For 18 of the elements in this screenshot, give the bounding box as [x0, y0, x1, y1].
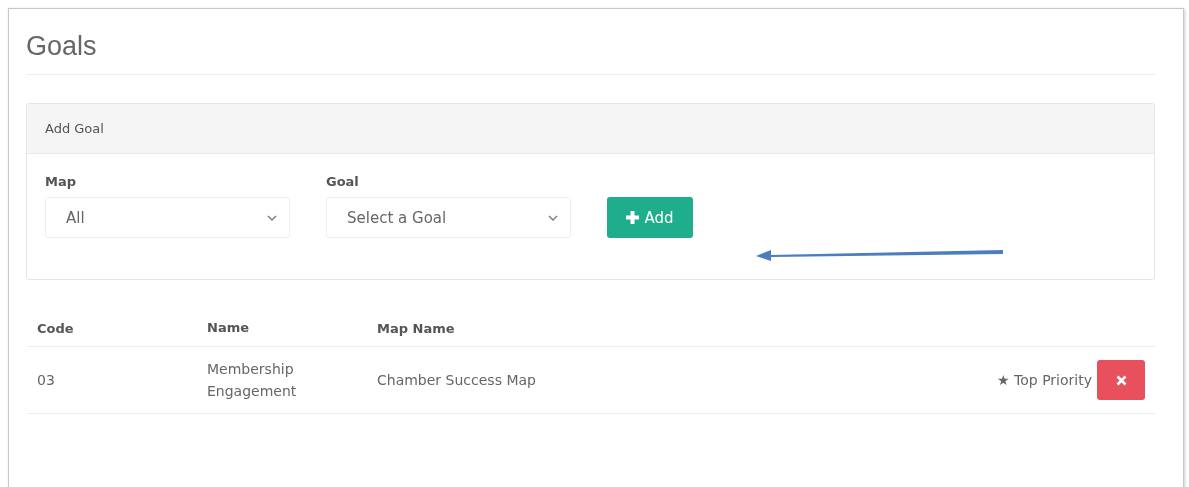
card-title: Add Goal — [45, 121, 104, 136]
field-label: Goal — [326, 174, 360, 189]
column-header: Code — [36, 320, 75, 336]
table-cell-text: Membership Engagement — [207, 360, 298, 401]
chevron-icon — [548, 214, 558, 221]
column-header: Map Name — [377, 320, 456, 336]
select-field[interactable]: All — [45, 197, 290, 238]
page-title: Goals — [26, 30, 98, 63]
delete-button[interactable] — [1097, 360, 1145, 400]
table-cell-text: 03 — [36, 372, 56, 388]
field-label: Map — [45, 174, 77, 189]
table-cell-text: Chamber Success Map — [377, 372, 537, 388]
close-icon — [1115, 374, 1127, 386]
priority-label: ★ Top Priority — [997, 372, 1092, 388]
column-header: Name — [207, 319, 250, 337]
select-field[interactable]: Select a Goal — [326, 197, 571, 238]
chevron-icon — [267, 214, 277, 221]
plus-icon — [626, 211, 640, 224]
